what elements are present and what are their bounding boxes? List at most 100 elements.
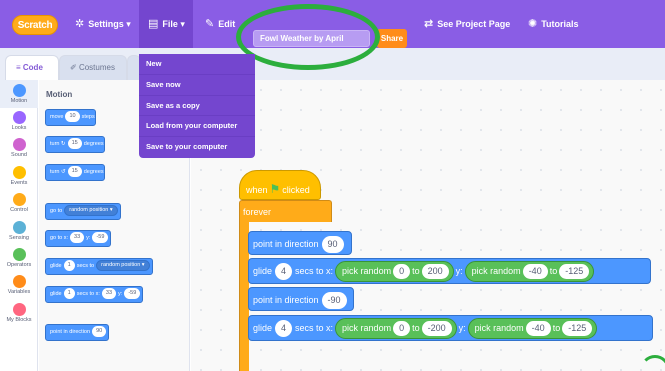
point-in-direction-block[interactable]: point in direction -90 <box>248 287 354 311</box>
green-flag-icon: ⚑ <box>269 182 281 196</box>
to-input[interactable]: -125 <box>562 321 593 336</box>
from-input[interactable]: 0 <box>393 264 411 279</box>
glide-to-random-block[interactable]: glide 4 secs to x: pick random 0 to 200 y: pick … <box>248 258 651 284</box>
category-sound[interactable]: Sound <box>0 138 38 158</box>
point-in-direction-block[interactable]: point in direction 90 <box>45 324 110 341</box>
go-to-xy-block[interactable]: go to x: 33 y: -59 <box>45 230 112 247</box>
direction-input[interactable]: 90 <box>92 326 107 337</box>
menu-bar: Scratch ✲ Settings ▾ ▤ File ▾ ✎ Edit Fowl W… <box>0 0 665 48</box>
block-text: turn <box>50 141 60 147</box>
reporter-text: to <box>549 266 558 276</box>
move-steps-block[interactable]: move 10 steps <box>45 109 96 126</box>
script-area[interactable]: when ⚑ clicked forever point in direction 9… <box>191 80 665 371</box>
secs-input[interactable]: 1 <box>63 288 75 299</box>
tutorials-button[interactable]: ✺ Tutorials <box>528 0 579 48</box>
settings-menu[interactable]: ✲ Settings ▾ <box>75 0 131 48</box>
category-looks[interactable]: Looks <box>0 111 38 131</box>
target-dropdown[interactable]: random position ▾ <box>96 260 150 271</box>
menu-item-save-to-computer[interactable]: Save to your computer <box>139 137 255 158</box>
reporter-text: pick random <box>471 266 521 276</box>
editor-tabs: ≡ Code ✐ Costumes <box>0 48 665 80</box>
menu-item-save-as-copy[interactable]: Save as a copy <box>139 96 255 117</box>
block-text: go to <box>50 208 63 214</box>
category-events[interactable]: Events <box>0 166 38 186</box>
see-project-page-button[interactable]: ⇄ See Project Page <box>424 0 510 48</box>
menu-item-load-from-computer[interactable]: Load from your computer <box>139 116 255 138</box>
tutorials-label: Tutorials <box>541 19 579 29</box>
swap-icon: ⇄ <box>424 18 434 30</box>
category-motion[interactable]: Motion <box>0 80 38 108</box>
edit-menu[interactable]: ✎ Edit <box>205 0 235 48</box>
category-sensing[interactable]: Sensing <box>0 221 38 241</box>
glide-to-xy-block[interactable]: glide 1 secs to x: 33 y: -59 <box>45 286 144 303</box>
block-text: when <box>246 185 268 195</box>
target-dropdown[interactable]: random position ▾ <box>64 205 118 216</box>
file-menu[interactable]: ▤ File ▾ <box>139 0 193 48</box>
secs-input[interactable]: 4 <box>275 263 293 280</box>
from-input[interactable]: -40 <box>525 321 551 336</box>
steps-input[interactable]: 10 <box>65 111 80 122</box>
degrees-input[interactable]: 15 <box>67 138 82 149</box>
block-text: point in direction <box>253 239 319 249</box>
menu-item-save-now[interactable]: Save now <box>139 75 255 96</box>
block-text: y: <box>458 323 466 333</box>
motion-category-icon <box>12 84 26 97</box>
category-label: Control <box>10 207 28 213</box>
direction-input[interactable]: -90 <box>321 292 347 309</box>
secs-input[interactable]: 1 <box>63 260 75 271</box>
x-input[interactable]: 33 <box>101 288 117 299</box>
rotate-left-icon: ↺ <box>61 169 66 175</box>
y-input[interactable]: -59 <box>92 232 109 243</box>
pick-random-y-reporter[interactable]: pick random -40 to -125 <box>464 261 595 282</box>
my-blocks-category-icon <box>12 303 26 316</box>
point-in-direction-block[interactable]: point in direction 90 <box>248 231 352 255</box>
menu-item-new[interactable]: New <box>139 54 255 75</box>
direction-input[interactable]: 90 <box>321 236 344 253</box>
tab-costumes-label: Costumes <box>78 63 115 72</box>
pick-random-y-reporter[interactable]: pick random -40 to -125 <box>467 318 598 339</box>
y-input[interactable]: -59 <box>124 288 141 299</box>
rotate-right-icon: ↻ <box>61 141 66 147</box>
to-input[interactable]: 200 <box>421 264 449 279</box>
operators-category-icon <box>12 248 26 261</box>
tab-costumes[interactable]: ✐ Costumes <box>59 55 127 80</box>
tab-code[interactable]: ≡ Code <box>5 55 59 80</box>
when-flag-clicked-block[interactable]: when ⚑ clicked <box>239 170 321 200</box>
reporter-text: to <box>412 266 420 276</box>
from-input[interactable]: 0 <box>393 321 411 336</box>
to-input[interactable]: -125 <box>559 264 590 279</box>
x-input[interactable]: 33 <box>70 232 85 243</box>
block-text: steps <box>81 114 95 120</box>
share-button[interactable]: Share <box>377 29 407 48</box>
reporter-text: to <box>412 323 420 333</box>
block-text: clicked <box>282 185 310 195</box>
go-to-block[interactable]: go to random position ▾ <box>45 203 121 220</box>
glide-to-block[interactable]: glide 1 secs to random position ▾ <box>45 258 153 275</box>
pick-random-x-reporter[interactable]: pick random 0 to -200 <box>335 318 457 339</box>
project-title-input[interactable]: Fowl Weather by April <box>253 30 370 47</box>
scratch-logo[interactable]: Scratch <box>12 15 58 35</box>
block-text: glide <box>50 291 62 297</box>
looks-category-icon <box>12 111 26 124</box>
code-icon: ≡ <box>16 63 23 72</box>
secs-input[interactable]: 4 <box>275 320 293 337</box>
category-operators[interactable]: Operators <box>0 248 38 268</box>
brush-icon: ✐ <box>70 63 79 72</box>
block-text: y: <box>86 235 91 241</box>
turn-right-block[interactable]: turn ↻ 15 degrees <box>45 136 105 153</box>
reporter-text: pick random <box>474 323 524 333</box>
category-label: Looks <box>11 125 27 131</box>
block-text: point in direction <box>50 329 91 335</box>
forever-block[interactable]: forever <box>239 200 332 222</box>
category-control[interactable]: Control <box>0 193 38 213</box>
file-label: File <box>162 19 178 29</box>
from-input[interactable]: -40 <box>522 264 548 279</box>
file-dropdown-menu: New Save now Save as a copy Load from yo… <box>139 54 255 158</box>
category-variables[interactable]: Variables <box>0 275 38 295</box>
pick-random-x-reporter[interactable]: pick random 0 to 200 <box>335 261 454 282</box>
turn-left-block[interactable]: turn ↺ 15 degrees <box>45 164 105 181</box>
glide-to-random-block[interactable]: glide 4 secs to x: pick random 0 to -200 y: pick… <box>248 315 653 341</box>
degrees-input[interactable]: 15 <box>67 166 82 177</box>
category-my-blocks[interactable]: My Blocks <box>0 303 38 323</box>
to-input[interactable]: -200 <box>421 321 452 336</box>
